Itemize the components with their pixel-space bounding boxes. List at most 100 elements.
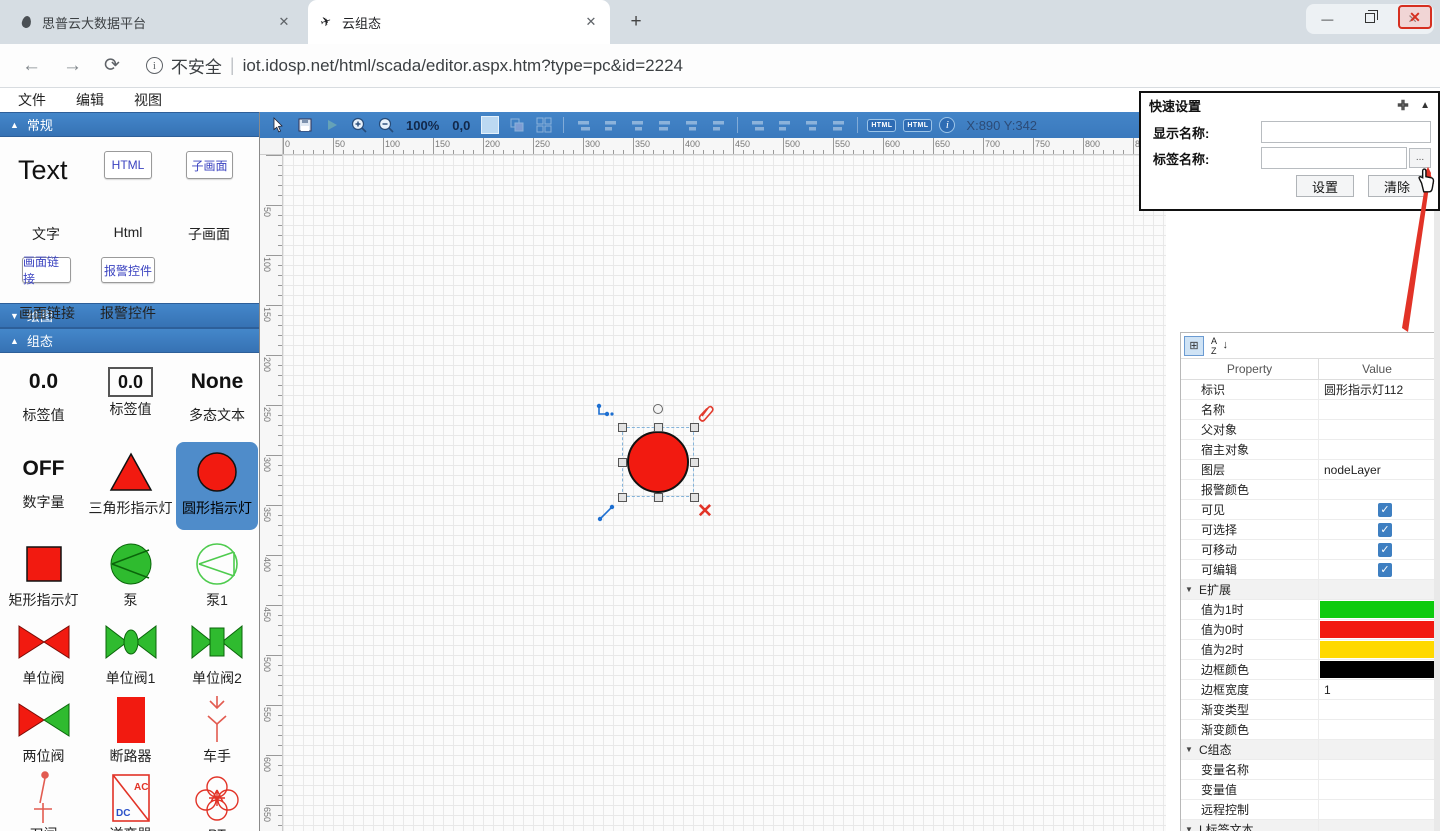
property-row[interactable]: 渐变类型 <box>1181 700 1434 720</box>
canvas-grid-icon[interactable] <box>480 115 500 135</box>
connect-node-icon[interactable] <box>595 402 615 422</box>
palette-item-text-1[interactable]: 0.0标签值 <box>87 353 174 440</box>
property-row[interactable]: 值为1时 <box>1181 600 1434 620</box>
tab-close-icon[interactable]: ✕ <box>582 13 600 31</box>
dock-icon[interactable] <box>1396 98 1410 112</box>
resize-handle[interactable] <box>618 493 627 502</box>
palette-item-valve-two-color[interactable]: 两位阀 <box>0 688 87 766</box>
ungroup-icon[interactable] <box>534 115 554 135</box>
align-icon[interactable] <box>654 115 674 135</box>
palette-item-breaker[interactable]: 断路器 <box>87 688 174 766</box>
tag-browse-button[interactable]: ... <box>1409 148 1431 168</box>
circle-indicator-node[interactable] <box>627 431 689 493</box>
palette-item-pump-outline[interactable]: 泵1 <box>174 532 260 610</box>
back-icon[interactable]: ← <box>22 55 41 77</box>
resize-handle[interactable] <box>618 423 627 432</box>
minimize-button[interactable]: — <box>1314 12 1340 26</box>
align-icon[interactable] <box>573 115 593 135</box>
palette-item-circle-indicator[interactable]: 圆形指示灯 <box>176 442 258 530</box>
checkbox-checked[interactable]: ✓ <box>1378 543 1392 557</box>
property-row[interactable]: 变量值 <box>1181 780 1434 800</box>
palette-item-valve-red[interactable]: 单位阀 <box>0 610 87 688</box>
palette-item-text-3[interactable]: OFF数字量 <box>0 440 87 532</box>
resize-handle[interactable] <box>654 493 663 502</box>
palette-item-knife-switch[interactable]: 刀闸 <box>0 766 87 831</box>
color-swatch[interactable] <box>1320 621 1434 638</box>
design-canvas[interactable]: ✕ <box>283 155 1166 831</box>
property-row[interactable]: 可见✓ <box>1181 500 1434 520</box>
preview-html-icon[interactable]: HTML <box>903 119 932 132</box>
select-cursor-icon[interactable] <box>268 115 288 135</box>
property-row[interactable]: 名称 <box>1181 400 1434 420</box>
align-icon[interactable] <box>681 115 701 135</box>
tag-name-input[interactable] <box>1261 147 1407 169</box>
property-row[interactable]: 变量名称 <box>1181 760 1434 780</box>
group-icon[interactable] <box>507 115 527 135</box>
forward-icon[interactable]: → <box>63 55 82 77</box>
tab-close-icon[interactable]: ✕ <box>275 13 293 31</box>
property-row[interactable]: 值为2时 <box>1181 640 1434 660</box>
delete-icon[interactable]: ✕ <box>697 503 713 521</box>
rotate-handle[interactable] <box>653 404 663 414</box>
restore-button[interactable] <box>1357 12 1383 26</box>
zoom-in-icon[interactable] <box>349 115 369 135</box>
property-row[interactable]: ▼L标签文本 <box>1181 820 1434 831</box>
tab-inactive[interactable]: 思普云大数据平台 ✕ <box>8 0 303 44</box>
connect-line-icon[interactable] <box>597 502 617 522</box>
display-name-input[interactable] <box>1261 121 1431 143</box>
sort-az-icon[interactable]: AZ↓ <box>1208 336 1230 356</box>
save-icon[interactable] <box>295 115 315 135</box>
palette-item-screenlink[interactable]: 画面链接 <box>22 257 71 283</box>
align-icon[interactable] <box>600 115 620 135</box>
property-row[interactable]: 图层nodeLayer <box>1181 460 1434 480</box>
checkbox-checked[interactable]: ✓ <box>1378 523 1392 537</box>
resize-handle[interactable] <box>690 493 699 502</box>
resize-handle[interactable] <box>654 423 663 432</box>
run-icon[interactable] <box>322 115 342 135</box>
palette-item-alarmctl[interactable]: 报警控件 <box>101 257 155 283</box>
menu-file[interactable]: 文件 <box>18 90 46 110</box>
palette-item-square-indicator[interactable]: 矩形指示灯 <box>0 532 87 610</box>
group-collapse-icon[interactable]: ▼ <box>1185 825 1193 831</box>
resize-handle[interactable] <box>690 458 699 467</box>
property-row[interactable]: ▼C组态 <box>1181 740 1434 760</box>
checkbox-checked[interactable]: ✓ <box>1378 503 1392 517</box>
palette-item-valve-green-ellipse[interactable]: 单位阀1 <box>87 610 174 688</box>
align-icon[interactable] <box>774 115 794 135</box>
palette-item-html[interactable]: HTML <box>104 151 152 179</box>
url-field[interactable]: i 不安全 | iot.idosp.net/html/scada/editor.… <box>146 53 683 78</box>
palette-item-triangle-indicator[interactable]: 三角形指示灯 <box>87 440 174 532</box>
info-icon[interactable]: i <box>146 57 163 74</box>
property-row[interactable]: 父对象 <box>1181 420 1434 440</box>
zoom-out-icon[interactable] <box>376 115 396 135</box>
property-row[interactable]: 远程控制 <box>1181 800 1434 820</box>
color-swatch[interactable] <box>1320 641 1434 658</box>
align-icon[interactable] <box>747 115 767 135</box>
property-row[interactable]: 值为0时 <box>1181 620 1434 640</box>
property-row[interactable]: 边框颜色 <box>1181 660 1434 680</box>
page-scrollbar[interactable] <box>1434 211 1440 831</box>
property-row[interactable]: 可编辑✓ <box>1181 560 1434 580</box>
color-swatch[interactable] <box>1320 661 1434 678</box>
palette-section-general[interactable]: ▲ 常规 <box>0 112 259 137</box>
resize-handle[interactable] <box>618 458 627 467</box>
group-collapse-icon[interactable]: ▼ <box>1185 745 1193 754</box>
property-row[interactable]: 报警颜色 <box>1181 480 1434 500</box>
collapse-icon[interactable]: ▲ <box>1420 100 1430 111</box>
palette-item-text-2[interactable]: None多态文本 <box>174 353 260 440</box>
tab-active[interactable]: ✈ 云组态 ✕ <box>308 0 610 44</box>
palette-item-text[interactable]: Text <box>18 155 76 191</box>
palette-item-text-0[interactable]: 0.0标签值 <box>0 353 87 440</box>
align-icon[interactable] <box>801 115 821 135</box>
attach-paperclip-icon[interactable] <box>696 404 716 424</box>
palette-item-arrows[interactable]: 车手 <box>174 688 260 766</box>
info-icon[interactable]: i <box>939 117 955 133</box>
align-icon[interactable] <box>828 115 848 135</box>
property-row[interactable]: 渐变颜色 <box>1181 720 1434 740</box>
property-row[interactable]: 标识圆形指示灯112 <box>1181 380 1434 400</box>
checkbox-checked[interactable]: ✓ <box>1378 563 1392 577</box>
property-row[interactable]: 边框宽度1 <box>1181 680 1434 700</box>
export-html-icon[interactable]: HTML <box>867 119 896 132</box>
align-icon[interactable] <box>708 115 728 135</box>
align-icon[interactable] <box>627 115 647 135</box>
